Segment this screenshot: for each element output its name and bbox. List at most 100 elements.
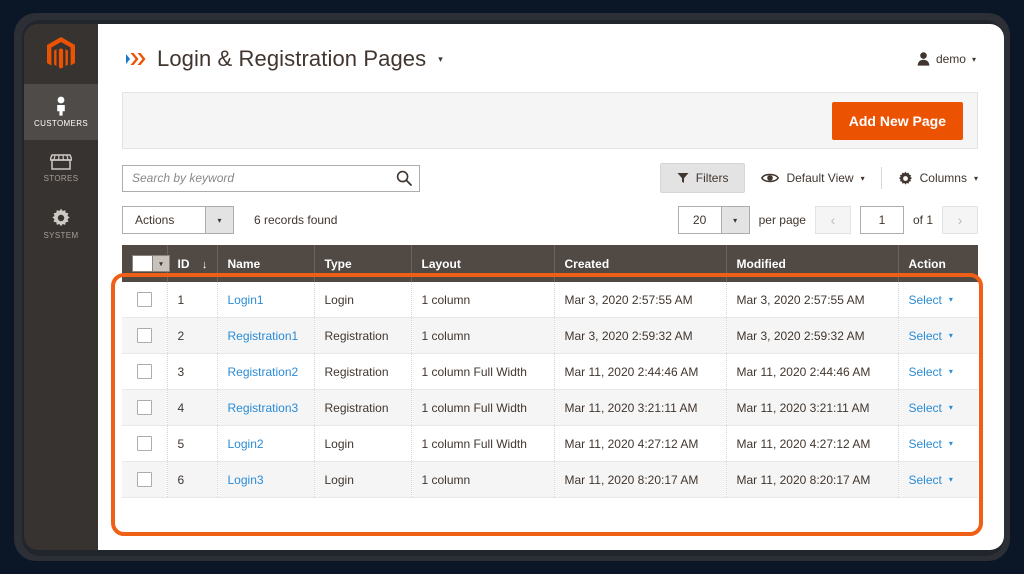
customers-icon (53, 96, 69, 116)
admin-sidebar: CUSTOMERS STORES SYSTEM (24, 24, 98, 550)
sidebar-item-stores[interactable]: STORES (24, 140, 98, 196)
cell-type: Registration (314, 389, 412, 426)
column-header-created[interactable]: Created (554, 245, 727, 282)
column-header-type[interactable]: Type (314, 245, 412, 282)
funnel-icon (677, 172, 689, 184)
chevron-down-icon[interactable]: ▾ (152, 256, 169, 271)
row-select-cell[interactable] (122, 425, 168, 462)
cell-action[interactable]: Select ▾ (898, 317, 978, 354)
cell-name[interactable]: Login3 (217, 461, 315, 498)
add-new-page-button[interactable]: Add New Page (831, 101, 963, 140)
per-page-select[interactable]: 20 ▾ (677, 206, 750, 234)
page-name-link[interactable]: Login1 (228, 293, 264, 307)
cell-action[interactable]: Select ▾ (898, 425, 978, 462)
row-checkbox[interactable] (136, 400, 152, 415)
search-icon[interactable] (396, 170, 412, 186)
column-header-id-label: ID (177, 256, 190, 271)
row-select-cell[interactable] (122, 317, 168, 354)
next-page-button[interactable]: › (942, 206, 978, 234)
column-header-id[interactable]: ID ↓ (167, 245, 218, 282)
chevron-down-icon[interactable]: ▾ (205, 207, 233, 233)
grid-toolbar: Filters Default View ▾ (122, 163, 978, 193)
row-action-select[interactable]: Select ▾ (909, 401, 953, 415)
row-action-select[interactable]: Select ▾ (909, 365, 953, 379)
row-checkbox[interactable] (136, 292, 152, 307)
select-all-checkbox[interactable] (133, 256, 152, 271)
cell-type: Registration (314, 317, 412, 354)
cell-layout: 1 column (411, 282, 555, 318)
cell-name[interactable]: Login1 (217, 282, 315, 318)
filters-button[interactable]: Filters (659, 163, 746, 193)
table-row[interactable]: 4 Registration3 Registration 1 column Fu… (122, 389, 978, 426)
row-checkbox[interactable] (136, 472, 152, 487)
table-row[interactable]: 6 Login3 Login 1 column Mar 11, 2020 8:2… (122, 461, 978, 498)
cell-action[interactable]: Select ▾ (898, 282, 978, 318)
table-row[interactable]: 3 Registration2 Registration 1 column Fu… (122, 353, 978, 390)
select-all-control[interactable]: ▾ (132, 255, 170, 272)
row-select-cell[interactable] (122, 389, 168, 426)
total-pages-label: of 1 (912, 213, 933, 227)
cell-name[interactable]: Registration3 (217, 389, 315, 426)
page-name-link[interactable]: Login3 (228, 473, 264, 487)
row-action-select[interactable]: Select ▾ (909, 293, 953, 307)
cell-name[interactable]: Login2 (217, 425, 315, 462)
cell-action[interactable]: Select ▾ (898, 389, 978, 426)
sort-descending-icon: ↓ (201, 258, 208, 271)
row-action-label: Select (908, 328, 942, 343)
sidebar-item-customers[interactable]: CUSTOMERS (24, 84, 98, 140)
chevron-down-icon: ▾ (948, 367, 953, 376)
actions-select[interactable]: Actions ▾ (122, 206, 234, 234)
page-title-group: Login & Registration Pages ▾ (126, 46, 443, 72)
page-name-link[interactable]: Login2 (228, 437, 264, 451)
column-header-modified[interactable]: Modified (726, 245, 899, 282)
chevron-down-icon: ▾ (971, 54, 976, 64)
row-select-cell[interactable] (122, 353, 168, 390)
grid-header: ▾ ID ↓ Name Type Layout Created Modified… (122, 245, 978, 282)
cell-created: Mar 3, 2020 2:59:32 AM (554, 317, 727, 354)
user-menu-label: demo (935, 52, 966, 66)
previous-page-button[interactable]: ‹ (814, 206, 851, 234)
page-title-caret-icon[interactable]: ▾ (438, 54, 443, 65)
column-header-name[interactable]: Name (217, 245, 315, 282)
row-select-cell[interactable] (122, 461, 168, 498)
row-checkbox[interactable] (136, 328, 152, 343)
cell-name[interactable]: Registration2 (217, 353, 315, 390)
row-action-select[interactable]: Select ▾ (909, 437, 953, 451)
search-box[interactable] (122, 164, 420, 192)
row-checkbox[interactable] (136, 436, 152, 451)
column-header-layout[interactable]: Layout (411, 245, 555, 282)
cell-layout: 1 column Full Width (411, 353, 555, 390)
cell-action[interactable]: Select ▾ (898, 461, 978, 498)
grid-toolbar-right: Filters Default View ▾ Columns ▾ (659, 163, 978, 193)
sidebar-item-label: SYSTEM (43, 231, 79, 240)
cell-id: 6 (167, 461, 218, 498)
row-select-cell[interactable] (122, 282, 168, 318)
current-page-input[interactable] (859, 206, 904, 234)
row-action-select[interactable]: Select ▾ (909, 473, 953, 487)
user-avatar-icon (917, 52, 930, 66)
row-action-select[interactable]: Select ▾ (909, 329, 953, 343)
page-name-link[interactable]: Registration1 (228, 329, 299, 343)
chevron-down-icon[interactable]: ▾ (720, 207, 749, 233)
column-header-select-all[interactable]: ▾ (122, 245, 170, 282)
row-checkbox[interactable] (136, 364, 152, 379)
page-actions-bar: Add New Page (122, 92, 978, 149)
columns-selector[interactable]: Columns ▾ (898, 171, 978, 186)
page-name-link[interactable]: Registration3 (228, 401, 299, 415)
chevron-down-icon: ▾ (973, 173, 978, 183)
table-row[interactable]: 5 Login2 Login 1 column Full Width Mar 1… (122, 425, 978, 462)
cell-layout: 1 column Full Width (411, 389, 555, 426)
default-view-selector[interactable]: Default View ▾ (761, 171, 865, 185)
search-input[interactable] (123, 165, 419, 191)
magento-logo[interactable] (24, 24, 98, 84)
cell-name[interactable]: Registration1 (217, 317, 315, 354)
table-row[interactable]: 1 Login1 Login 1 column Mar 3, 2020 2:57… (122, 282, 978, 318)
page-name-link[interactable]: Registration2 (228, 365, 299, 379)
cell-id: 2 (167, 317, 218, 354)
gear-icon (898, 171, 913, 186)
cell-action[interactable]: Select ▾ (898, 353, 978, 390)
sidebar-item-system[interactable]: SYSTEM (24, 196, 98, 252)
user-menu[interactable]: demo ▾ (917, 52, 976, 66)
sidebar-item-label: CUSTOMERS (33, 119, 89, 128)
table-row[interactable]: 2 Registration1 Registration 1 column Ma… (122, 317, 978, 354)
